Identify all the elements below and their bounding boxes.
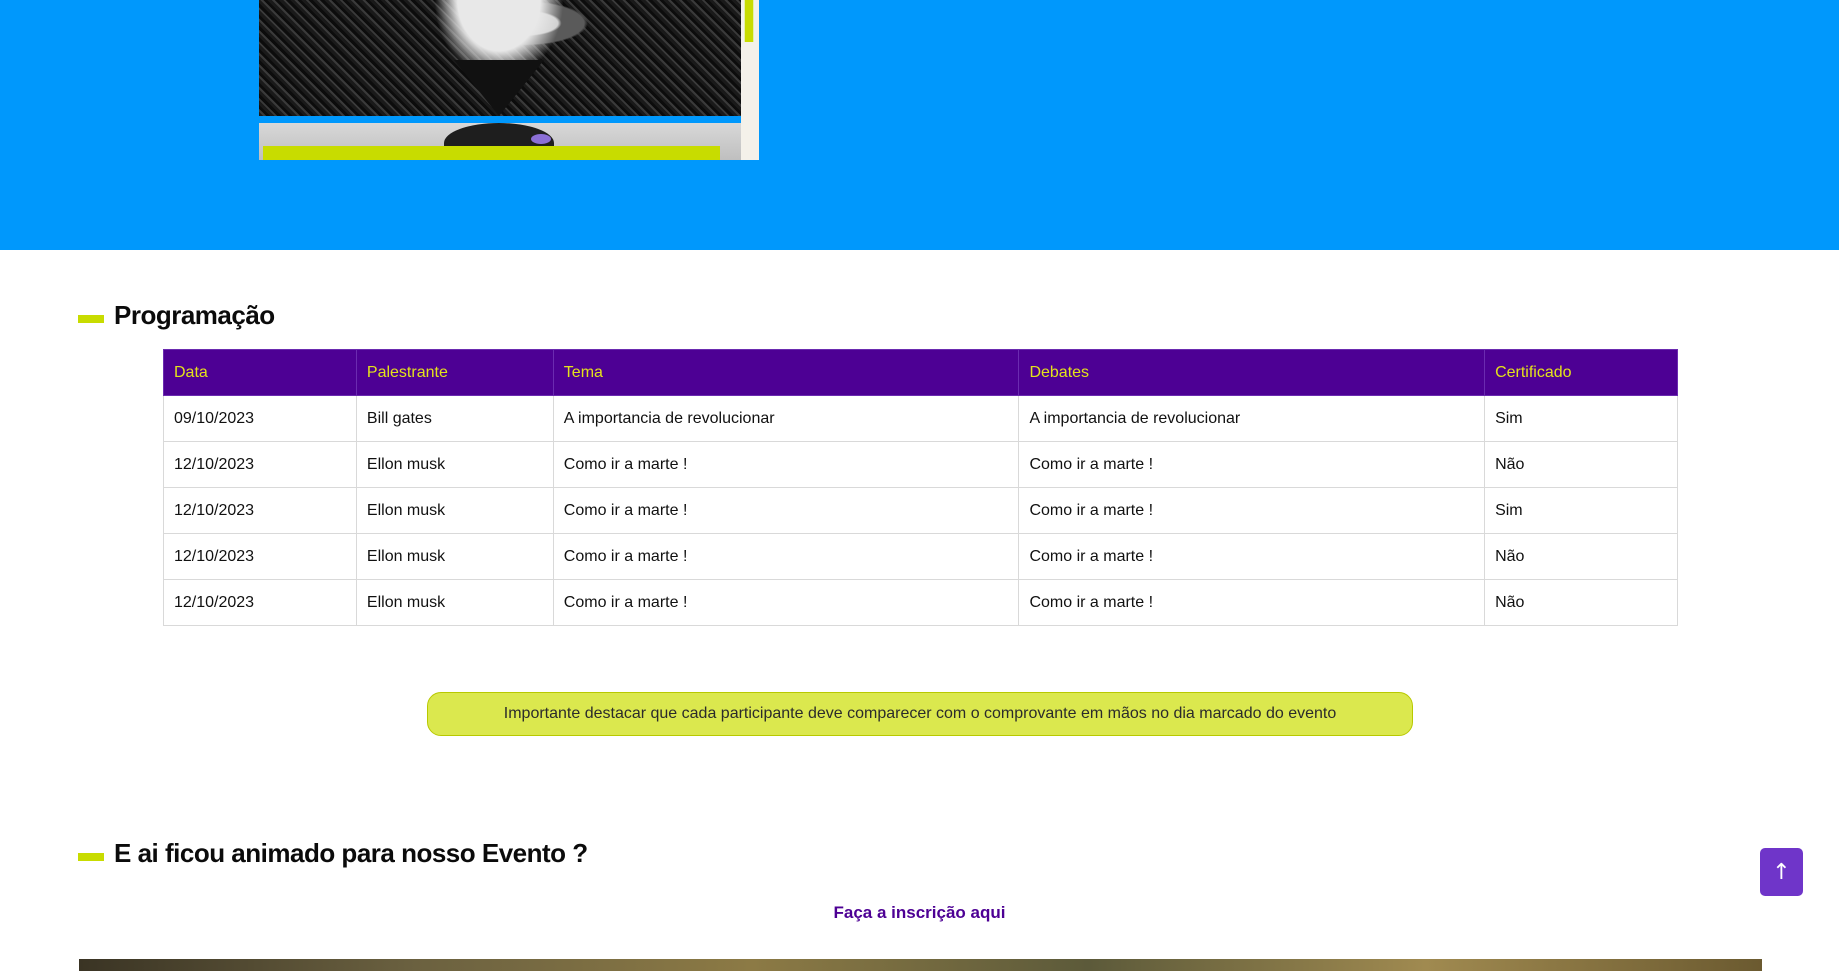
cell-certificado: Sim: [1484, 395, 1678, 442]
table-header-row: Data Palestrante Tema Debates Certificad…: [163, 349, 1678, 396]
cell-certificado: Não: [1484, 533, 1678, 580]
cell-certificado: Sim: [1484, 487, 1678, 534]
signup-link[interactable]: Faça a inscrição aqui: [0, 903, 1839, 923]
schedule-section-title: Programação: [78, 300, 275, 331]
title-accent-bar: [78, 852, 104, 861]
cell-data: 09/10/2023: [163, 395, 357, 442]
table-row: 12/10/2023 Ellon musk Como ir a marte ! …: [163, 487, 1678, 534]
cell-palestrante: Ellon musk: [355, 441, 554, 488]
table-row: 12/10/2023 Ellon musk Como ir a marte ! …: [163, 441, 1678, 488]
cell-debates: A importancia de revolucionar: [1018, 395, 1486, 442]
header-palestrante: Palestrante: [355, 349, 554, 396]
cell-data: 12/10/2023: [163, 487, 357, 534]
cell-palestrante: Ellon musk: [355, 533, 554, 580]
cell-certificado: Não: [1484, 579, 1678, 626]
cell-data: 12/10/2023: [163, 533, 357, 580]
cta-section-title: E ai ficou animado para nosso Evento ?: [78, 838, 588, 869]
cell-data: 12/10/2023: [163, 441, 357, 488]
hero-banner: [0, 0, 1839, 250]
header-debates: Debates: [1018, 349, 1486, 396]
cell-tema: A importancia de revolucionar: [552, 395, 1020, 442]
notice-text: Importante destacar que cada participant…: [503, 705, 1337, 722]
cell-debates: Como ir a marte !: [1018, 441, 1486, 488]
cell-debates: Como ir a marte !: [1018, 533, 1486, 580]
cell-debates: Como ir a marte !: [1018, 487, 1486, 534]
schedule-table: Data Palestrante Tema Debates Certificad…: [163, 349, 1678, 626]
arrow-up-icon: ↑: [1772, 859, 1791, 885]
table-row: 12/10/2023 Ellon musk Como ir a marte ! …: [163, 579, 1678, 626]
cell-palestrante: Ellon musk: [355, 579, 554, 626]
cell-tema: Como ir a marte !: [552, 533, 1020, 580]
header-data: Data: [163, 349, 357, 396]
cell-certificado: Não: [1484, 441, 1678, 488]
cell-palestrante: Bill gates: [355, 395, 554, 442]
carousel-progress-bar: [263, 146, 720, 160]
cell-tema: Como ir a marte !: [552, 579, 1020, 626]
table-row: 12/10/2023 Ellon musk Como ir a marte ! …: [163, 533, 1678, 580]
header-certificado: Certificado: [1484, 349, 1678, 396]
back-to-top-button[interactable]: ↑: [1760, 848, 1803, 896]
cell-tema: Como ir a marte !: [552, 487, 1020, 534]
cell-data: 12/10/2023: [163, 579, 357, 626]
speaker-carousel[interactable]: [259, 0, 759, 160]
cell-debates: Como ir a marte !: [1018, 579, 1486, 626]
title-accent-bar: [78, 314, 104, 323]
carousel-divider: [259, 116, 741, 123]
event-image: [79, 959, 1762, 971]
cta-title-text: E ai ficou animado para nosso Evento ?: [114, 838, 588, 868]
speaker-photo-detail: [531, 134, 551, 144]
cell-palestrante: Ellon musk: [355, 487, 554, 534]
important-notice: Importante destacar que cada participant…: [427, 692, 1413, 736]
carousel-scrollbar-thumb[interactable]: [745, 0, 753, 42]
schedule-title-text: Programação: [114, 300, 275, 330]
cell-tema: Como ir a marte !: [552, 441, 1020, 488]
header-tema: Tema: [552, 349, 1020, 396]
table-row: 09/10/2023 Bill gates A importancia de r…: [163, 395, 1678, 442]
